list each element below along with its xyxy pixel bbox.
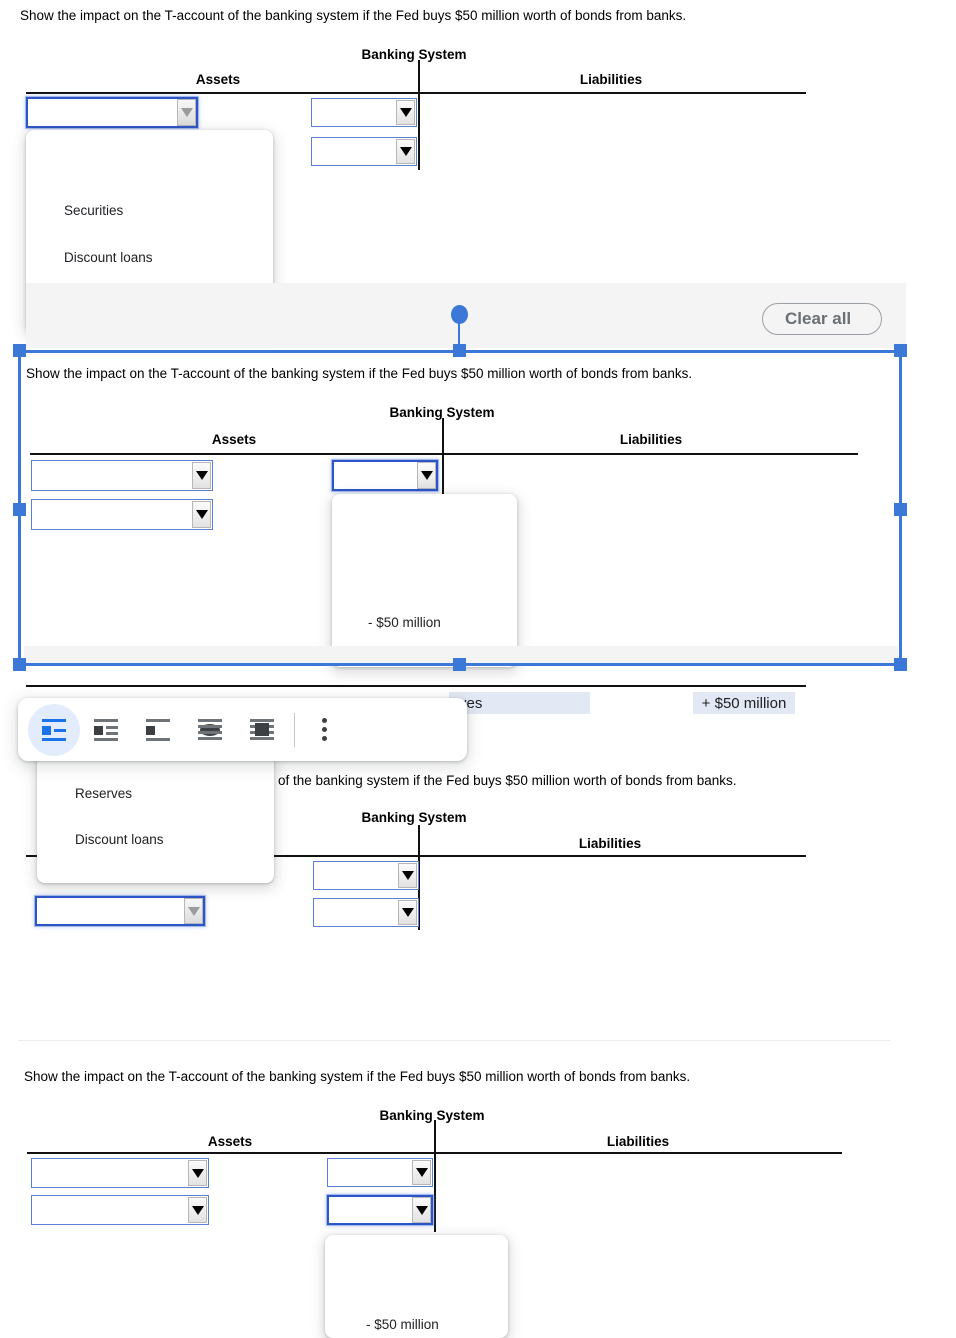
dropdown-option-minus-50-million[interactable]: - $50 million	[366, 1317, 439, 1332]
bank-system-title-top: Banking System	[361, 47, 467, 62]
tacct-section-top: Show the impact on the T-account of the …	[0, 0, 956, 350]
clear-all-button[interactable]: Clear all	[762, 303, 882, 335]
select-asset-account-bottom-1[interactable]	[31, 1158, 209, 1188]
bank-system-title-wrapbar: Banking System	[361, 810, 467, 825]
chevron-down-icon	[188, 1160, 207, 1186]
kebab-dot	[321, 718, 327, 723]
chevron-down-icon	[396, 139, 415, 164]
more-options-button[interactable]	[304, 704, 344, 756]
resize-handle-top-center[interactable]	[453, 344, 466, 357]
highlighted-account-value: rves	[449, 692, 590, 714]
assets-header-top: Assets	[195, 72, 241, 87]
select-asset-account-wrapbar[interactable]	[35, 896, 205, 926]
chevron-down-icon	[398, 900, 417, 925]
assets-header-bottom: Assets	[207, 1134, 253, 1149]
tacct-horizontal-rule-bottom	[27, 1152, 842, 1154]
chevron-down-icon	[412, 1160, 431, 1185]
chevron-down-icon	[412, 1197, 431, 1223]
kebab-dot	[321, 736, 327, 741]
wrap-option-wrap-text-button[interactable]	[80, 704, 132, 756]
resize-handle-middle-left[interactable]	[13, 503, 26, 516]
prompt-text-top: Show the impact on the T-account of the …	[20, 8, 687, 23]
dropdown-option-discount-loans[interactable]: Discount loans	[64, 250, 153, 265]
select-liability-amount-wrapbar-1[interactable]	[313, 861, 419, 890]
wrap-option-in-front-of-text-button[interactable]	[236, 704, 288, 756]
liabilities-header-bottom: Liabilities	[606, 1134, 670, 1149]
select-asset-amount-bottom-2[interactable]	[327, 1195, 433, 1225]
inline-with-text-icon	[42, 718, 66, 741]
wrap-option-inline-with-text-button[interactable]	[28, 703, 80, 756]
liabilities-header-top: Liabilities	[579, 72, 643, 87]
toolbar-separator	[294, 712, 295, 747]
select-asset-account-top[interactable]	[26, 97, 198, 128]
resize-handle-top-left[interactable]	[13, 344, 26, 357]
liabilities-header-wrapbar: Liabilities	[578, 836, 642, 851]
tacct-horizontal-rule-top	[26, 92, 806, 94]
resize-handle-top-right[interactable]	[894, 344, 907, 357]
kebab-dot	[321, 727, 327, 732]
select-liability-amount-wrapbar-2[interactable]	[313, 898, 419, 927]
highlighted-amount-value: + $50 million	[693, 692, 795, 714]
in-front-of-text-icon	[250, 718, 274, 740]
tacct-vertical-rule-bottom	[434, 1120, 436, 1232]
wrap-option-break-text-button[interactable]	[132, 704, 184, 756]
prompt-text-wrapbar-partial: of the banking system if the Fed buys $5…	[278, 773, 737, 788]
image-selection-frame	[18, 350, 902, 666]
break-text-icon	[146, 718, 170, 741]
select-asset-amount-top-1[interactable]	[311, 98, 417, 127]
tacct-horizontal-rule-wrapbar	[26, 685, 806, 687]
image-wrap-toolbar[interactable]	[18, 698, 467, 761]
chevron-down-icon	[177, 99, 196, 126]
prompt-text-bottom: Show the impact on the T-account of the …	[24, 1069, 691, 1084]
dropdown-popup-amount-bottom[interactable]: - $50 million	[325, 1235, 508, 1338]
select-asset-account-bottom-2[interactable]	[31, 1195, 209, 1225]
dropdown-option-discount-loans[interactable]: Discount loans	[75, 832, 164, 847]
wrap-option-behind-text-button[interactable]	[184, 704, 236, 756]
chevron-down-icon	[184, 898, 203, 924]
select-asset-amount-top-2[interactable]	[311, 137, 417, 166]
dropdown-option-plus-50-million[interactable]: + $50 million	[368, 666, 444, 667]
wrap-text-icon	[94, 718, 118, 741]
chevron-down-icon	[188, 1197, 207, 1223]
tacct-section-wrapbar: rves + $50 million of the banking system…	[0, 670, 956, 1020]
chevron-down-icon	[398, 863, 417, 888]
tacct-section-bottom: Show the impact on the T-account of the …	[0, 1060, 956, 1338]
bank-system-title-bottom: Banking System	[379, 1108, 485, 1123]
dropdown-popup-account-wrapbar[interactable]: Currency in circulation Reserves Discoun…	[37, 748, 274, 883]
chevron-down-icon	[396, 100, 415, 125]
page-divider	[18, 1040, 890, 1041]
dropdown-option-securities[interactable]: Securities	[64, 203, 123, 218]
select-asset-amount-bottom-1[interactable]	[327, 1158, 433, 1187]
tacct-vertical-rule-top	[418, 60, 420, 170]
dropdown-option-reserves[interactable]: Reserves	[75, 786, 132, 801]
behind-text-icon	[198, 718, 222, 740]
resize-handle-middle-right[interactable]	[894, 503, 907, 516]
